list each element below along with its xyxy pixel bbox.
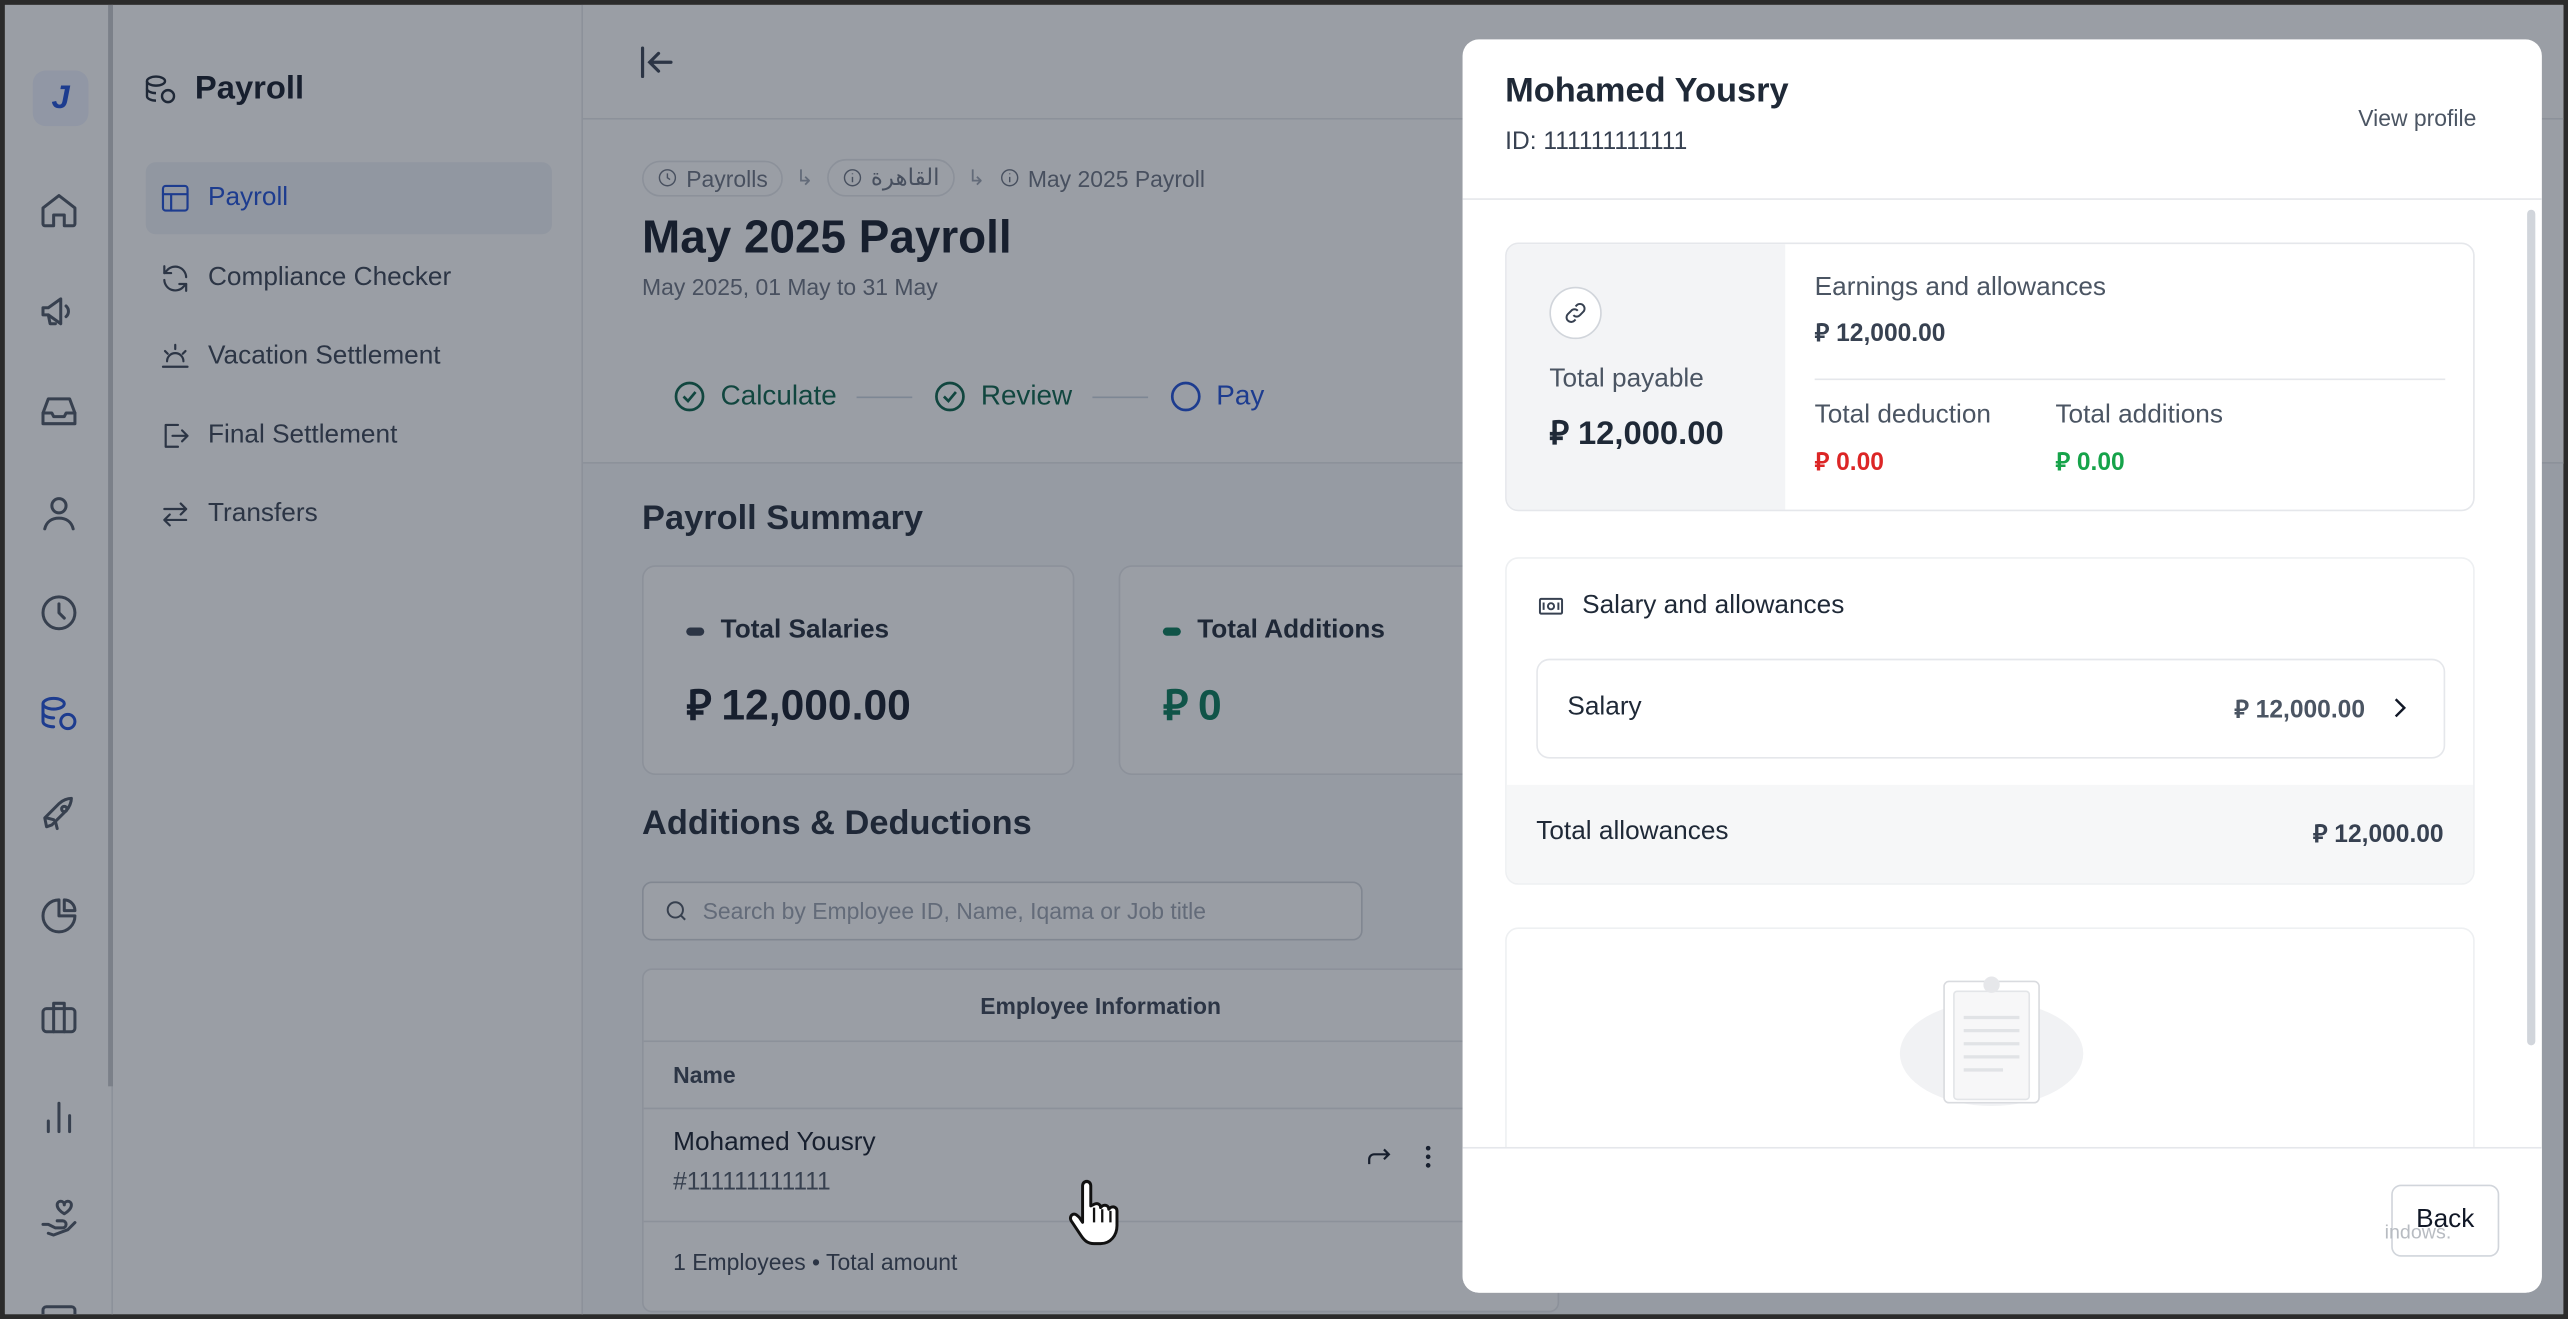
drawer-body: Total payable ⃁ 12,000.00 Earnings and a… (1463, 200, 2542, 1147)
total-allowances-value: ⃁ 12,000.00 (2313, 819, 2444, 850)
drawer-employee-id: ID: 111111111111 (1505, 127, 1688, 156)
activate-windows-watermark: indows. (2384, 1220, 2452, 1244)
riyal-icon: ⃁ (2312, 820, 2328, 849)
value-text: 0.00 (1836, 448, 1884, 477)
drawer-employee-name: Mohamed Yousry (1505, 72, 1789, 110)
riyal-icon: ⃁ (1549, 416, 1569, 453)
salary-value: ⃁ 12,000.00 (2234, 695, 2365, 726)
link-icon (1549, 286, 1602, 340)
employee-payroll-drawer: Mohamed Yousry ID: 111111111111 View pro… (1462, 39, 2542, 1293)
money-bill-icon (1538, 597, 1564, 615)
total-additions-value: ⃁ 0.00 (2055, 447, 2124, 478)
drawer-scrollbar[interactable] (2527, 209, 2536, 1046)
chevron-right-icon[interactable] (2385, 691, 2414, 724)
value-text: 12,000.00 (1577, 416, 1724, 453)
total-payable-label: Total payable (1549, 365, 1704, 394)
total-allowances-row: Total allowances ⃁ 12,000.00 (1506, 784, 2474, 884)
drawer-header: Mohamed Yousry ID: 111111111111 View pro… (1462, 39, 2542, 200)
app-window: J Payroll Payroll Compliance Checker Vac… (0, 0, 2568, 1319)
section-title: Salary and allowances (1582, 591, 1845, 620)
value-text: 12,000.00 (1836, 319, 1946, 348)
salary-row[interactable]: Salary ⃁ 12,000.00 (1536, 658, 2446, 759)
divider (1814, 378, 2446, 381)
total-payable-value: ⃁ 12,000.00 (1549, 411, 1723, 454)
total-payable-panel: Total payable ⃁ 12,000.00 (1506, 244, 1786, 510)
total-allowances-label: Total allowances (1536, 817, 1729, 846)
riyal-icon: ⃁ (1814, 319, 1830, 348)
section-header: Salary and allowances (1536, 591, 1844, 620)
riyal-icon: ⃁ (1814, 448, 1830, 477)
drawer-footer: Back (1462, 1146, 2542, 1293)
empty-state-card (1505, 927, 2475, 1147)
salary-label: Salary (1567, 693, 1642, 721)
hand-pointer-cursor-icon (1069, 1179, 1119, 1246)
value-text: 12,000.00 (2334, 820, 2444, 849)
pay-summary-card: Total payable ⃁ 12,000.00 Earnings and a… (1505, 242, 2475, 512)
total-deduction-value: ⃁ 0.00 (1815, 447, 1884, 478)
earnings-value: ⃁ 12,000.00 (1815, 318, 1946, 349)
earnings-label: Earnings and allowances (1814, 273, 2107, 302)
value-text: 0.00 (2076, 448, 2125, 477)
value-text: 12,000.00 (2255, 696, 2365, 725)
riyal-icon: ⃁ (2055, 448, 2071, 477)
empty-document-illustration (1899, 976, 2084, 1106)
salary-allowances-section: Salary and allowances Salary ⃁ 12,000.00… (1505, 557, 2475, 885)
view-profile-link[interactable]: View profile (2358, 105, 2476, 131)
total-deduction-label: Total deduction (1814, 401, 1991, 430)
riyal-icon: ⃁ (2234, 696, 2249, 725)
total-additions-label: Total additions (2055, 401, 2223, 430)
